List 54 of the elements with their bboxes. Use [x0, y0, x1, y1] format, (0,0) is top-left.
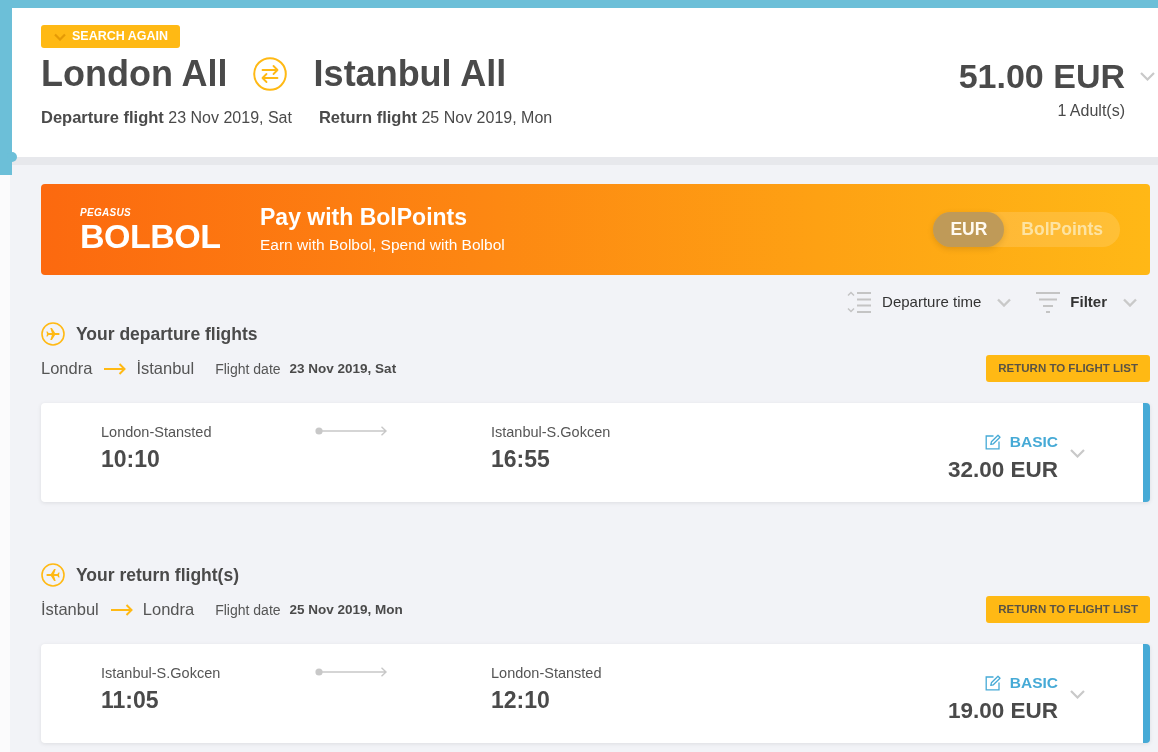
arrival-time: 16:55	[491, 445, 550, 473]
brand-logo-text: PEGASUS	[80, 206, 131, 219]
departure-date-text: Departure flight 23 Nov 2019, Sat	[41, 107, 292, 128]
filter-icon	[1036, 291, 1061, 313]
fare-type: BASIC	[1009, 432, 1058, 452]
destination-airport: Istanbul-S.Gokcen	[491, 423, 611, 442]
route-destination: Londra	[142, 600, 195, 619]
sort-icon	[847, 291, 872, 313]
filter-dropdown[interactable]: Filter	[1036, 291, 1137, 313]
edit-icon[interactable]	[984, 675, 1001, 691]
destination-city: Istanbul All	[313, 52, 507, 96]
flight-date-label: Flight date	[215, 360, 281, 377]
arrow-right-icon	[110, 603, 133, 616]
destination-airport: London-Stansted	[491, 664, 602, 683]
origin-airport: Istanbul-S.Gokcen	[101, 664, 221, 683]
flight-price: 32.00 EUR	[947, 456, 1058, 484]
banner-subtitle: Earn with Bolbol, Spend with Bolbol	[260, 234, 506, 255]
route-origin: İstanbul	[41, 600, 99, 619]
passenger-count: 1 Adult(s)	[1057, 101, 1125, 121]
flight-arrow-icon	[315, 667, 388, 677]
chevron-down-icon[interactable]	[1140, 71, 1155, 81]
origin-city: London All	[41, 52, 228, 96]
airplane-icon	[41, 563, 65, 587]
chevron-down-icon[interactable]	[1070, 690, 1085, 699]
flight-date: 23 Nov 2019, Sat	[289, 361, 397, 376]
flight-arrow-icon	[315, 426, 388, 436]
total-price: 51.00 EUR	[958, 56, 1125, 96]
airplane-icon	[41, 322, 65, 346]
fare-type: BASIC	[1009, 673, 1058, 693]
banner-title: Pay with BolPoints	[260, 202, 469, 231]
flight-date: 25 Nov 2019, Mon	[289, 602, 403, 617]
currency-option[interactable]: EUR	[933, 212, 1005, 247]
flight-price: 19.00 EUR	[947, 697, 1058, 725]
arrival-time: 12:10	[491, 686, 550, 714]
departure-time: 10:10	[101, 445, 160, 473]
section-title: Your return flight(s)	[76, 564, 239, 587]
chevron-down-icon	[997, 297, 1012, 307]
flight-date-label: Flight date	[215, 601, 281, 618]
program-logo: BOLBOL	[80, 218, 221, 253]
sort-dropdown[interactable]: Departure time	[847, 291, 1012, 313]
origin-airport: London-Stansted	[101, 423, 212, 442]
return-to-list-button[interactable]: RETURN TO FLIGHT LIST	[986, 355, 1150, 382]
edit-icon[interactable]	[984, 434, 1001, 450]
chevron-down-icon	[54, 32, 66, 41]
route-origin: Londra	[41, 359, 93, 378]
section-title: Your departure flights	[76, 323, 258, 346]
chevron-down-icon[interactable]	[1070, 449, 1085, 458]
departure-time: 11:05	[101, 686, 159, 714]
route-destination: İstanbul	[136, 359, 195, 378]
swap-icon[interactable]	[252, 57, 287, 91]
chevron-down-icon	[1123, 297, 1137, 307]
return-to-list-button[interactable]: RETURN TO FLIGHT LIST	[986, 596, 1150, 623]
arrow-right-icon	[104, 362, 127, 375]
return-date-text: Return flight 25 Nov 2019, Mon	[318, 107, 553, 128]
